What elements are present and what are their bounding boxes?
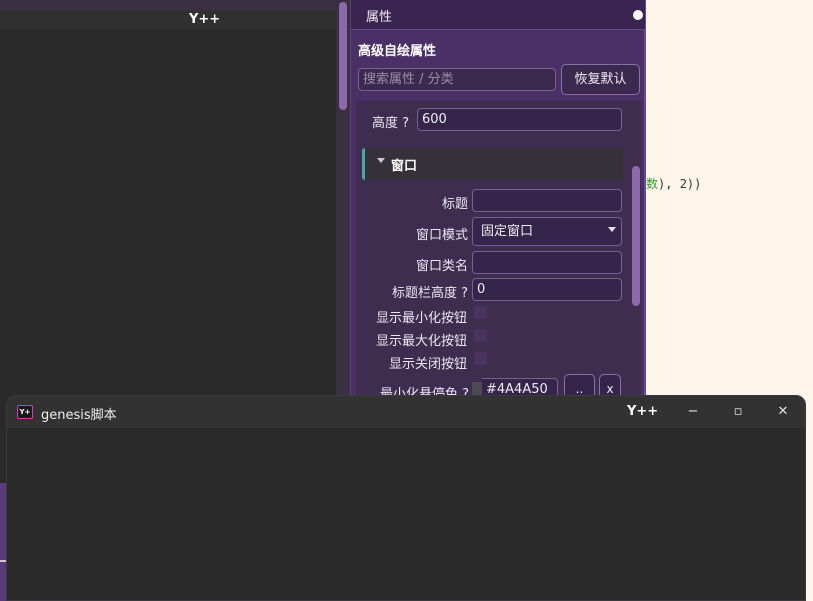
title-label: 标题 — [442, 197, 469, 212]
code-keyword: 数 — [646, 177, 659, 191]
code-rest: ), 2)) — [658, 177, 702, 191]
min-hover-color-input[interactable]: #4A4A50 — [482, 378, 558, 395]
property-list: 高度 ? 600 窗口 标题 窗口模式 固定窗口 窗口类名 标题栏高度 ? 0 … — [356, 101, 641, 395]
panel-dot-icon[interactable] — [633, 10, 643, 20]
chevron-down-icon — [377, 158, 385, 163]
show-close-label: 显示关闭按钮 — [389, 357, 468, 372]
color-clear-button[interactable]: x — [599, 374, 621, 395]
genesis-app-label: Y++ — [627, 404, 659, 419]
background-app-title: Y++ — [189, 12, 221, 27]
group-window-header[interactable]: 窗口 — [362, 148, 623, 180]
panel-header: 属性 — [351, 0, 645, 30]
genesis-window-title: genesis脚本 — [41, 408, 117, 423]
height-input[interactable]: 600 — [417, 108, 622, 131]
section-title: 高级自绘属性 — [358, 44, 437, 59]
app-logo-icon: Y+ — [17, 405, 33, 419]
color-pick-button[interactable]: .. — [564, 374, 595, 395]
minimize-button[interactable]: − — [683, 402, 703, 422]
background-scrollbar[interactable] — [336, 0, 350, 395]
code-fragment: 数), 2)) — [646, 175, 701, 192]
min-hover-color-label: 最小化悬停色 ? — [380, 387, 470, 395]
color-swatch[interactable] — [472, 382, 482, 395]
genesis-window: Y+ genesis脚本 Y++ − ▫ ✕ — [6, 395, 806, 601]
background-top-strip — [0, 0, 336, 10]
mode-select[interactable]: 固定窗口 — [472, 217, 622, 246]
panel-title: 属性 — [366, 10, 393, 25]
property-panel: 属性 高级自绘属性 搜索属性 / 分类 恢复默认 高度 ? 600 窗口 标题 … — [350, 0, 646, 395]
search-input[interactable]: 搜索属性 / 分类 — [358, 68, 556, 91]
height-label: 高度 ? — [372, 116, 410, 131]
scroll-thumb[interactable] — [339, 2, 347, 110]
show-min-label: 显示最小化按钮 — [376, 311, 468, 326]
class-label: 窗口类名 — [416, 259, 469, 274]
show-close-checkbox[interactable] — [474, 352, 487, 365]
title-input[interactable] — [472, 189, 622, 212]
property-list-scrollbar[interactable] — [632, 166, 640, 306]
mode-label: 窗口模式 — [416, 228, 469, 243]
show-max-label: 显示最大化按钮 — [376, 334, 468, 349]
chevron-down-icon — [608, 227, 616, 232]
show-min-checkbox[interactable] — [474, 306, 487, 319]
titlebar-height-input[interactable]: 0 — [472, 278, 622, 301]
titlebar-height-label: 标题栏高度 ? — [392, 286, 469, 301]
close-button[interactable]: ✕ — [773, 402, 793, 422]
mode-select-value: 固定窗口 — [481, 224, 534, 239]
class-input[interactable] — [472, 251, 622, 274]
background-title-bar: Y++ — [0, 10, 336, 30]
maximize-button[interactable]: ▫ — [728, 402, 748, 422]
group-window-label: 窗口 — [391, 159, 418, 174]
reset-default-button[interactable]: 恢复默认 — [561, 64, 640, 95]
show-max-checkbox[interactable] — [474, 329, 487, 342]
genesis-title-bar[interactable]: Y+ genesis脚本 Y++ − ▫ ✕ — [7, 396, 805, 428]
